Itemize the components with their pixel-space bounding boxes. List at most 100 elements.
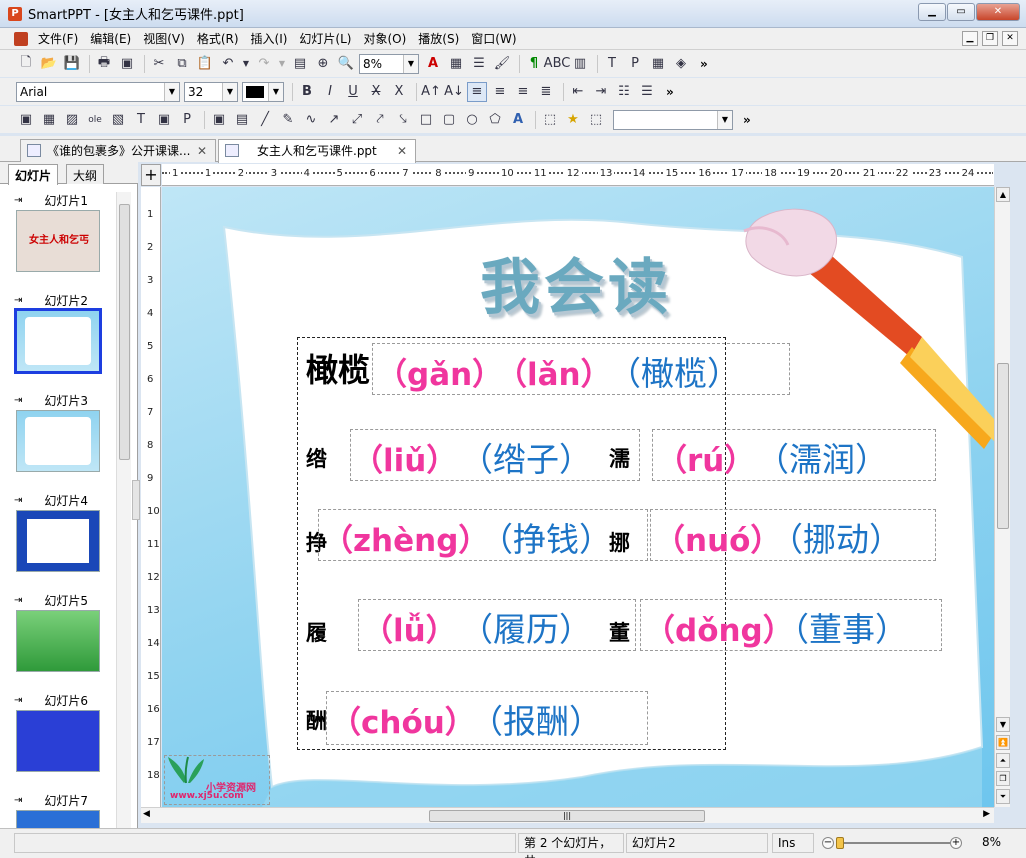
shapes-icon[interactable]: ⬠ <box>485 110 505 130</box>
slide-entry-1[interactable]: ⇥ 幻灯片1 女主人和乞丐 <box>0 192 115 292</box>
scrollbar-thumb[interactable]: ||| <box>429 810 705 822</box>
chart-icon[interactable]: ▥ <box>570 54 590 74</box>
menu-slide[interactable]: 幻灯片(L) <box>293 28 357 50</box>
align-right-icon[interactable]: ≡ <box>513 82 533 102</box>
slide-thumbnail-selected[interactable] <box>14 308 102 374</box>
tab-slides[interactable]: 幻灯片 <box>8 164 59 185</box>
chevron-down-icon[interactable]: ▼ <box>403 54 418 73</box>
slide-thumbnail[interactable]: 女主人和乞丐 <box>16 210 100 272</box>
maximize-button[interactable]: ▭ <box>947 3 975 21</box>
frame-icon[interactable]: ▣ <box>154 110 174 130</box>
group-icon[interactable]: ▣ <box>209 110 229 130</box>
clear-format-icon[interactable]: X <box>389 82 409 102</box>
chevron-down-icon[interactable]: ▼ <box>222 82 237 101</box>
copy-icon[interactable]: ⧉ <box>172 54 192 74</box>
minimize-button[interactable]: ▁ <box>918 3 946 21</box>
clip-icon[interactable]: ▧ <box>108 110 128 130</box>
tab-outline[interactable]: 大纲 <box>66 164 105 184</box>
shrink-font-icon[interactable]: A↓ <box>444 82 464 102</box>
cut-icon[interactable]: ✂ <box>149 54 169 74</box>
mdi-minimize-button[interactable]: ▁ <box>962 31 978 46</box>
smartppt-icon[interactable]: P <box>8 6 22 21</box>
canvas-vertical-scrollbar[interactable]: ▲ ▼ ⏫ ⏶ ❐ ⏷ <box>994 187 1010 807</box>
text-frame-icon[interactable]: T <box>131 110 151 130</box>
redo-icon[interactable]: ↷ <box>254 54 274 74</box>
slide-thumbnail[interactable] <box>16 510 100 572</box>
menu-window[interactable]: 窗口(W) <box>465 28 522 50</box>
more-tools-icon[interactable]: » <box>743 113 751 127</box>
zoom-combo[interactable]: 8% ▼ <box>359 53 419 74</box>
paragraph-mark-icon[interactable]: ¶ <box>524 54 544 74</box>
ungroup-icon[interactable]: ▤ <box>232 110 252 130</box>
wordart-icon[interactable]: A <box>508 110 528 130</box>
scroll-right-button[interactable]: ▶ <box>983 809 990 819</box>
close-tab-icon[interactable]: ✕ <box>197 140 207 162</box>
slide-entry-6[interactable]: ⇥ 幻灯片6 <box>0 692 115 792</box>
zoom-icon[interactable]: 🔍 <box>336 54 356 74</box>
zoom-page-icon[interactable]: ⊕ <box>313 54 333 74</box>
menu-object[interactable]: 对象(O) <box>357 28 412 50</box>
crop-icon[interactable]: ⬚ <box>540 110 560 130</box>
picture-icon[interactable]: P <box>177 110 197 130</box>
chevron-down-icon[interactable]: ▼ <box>268 82 283 101</box>
slide-list-button[interactable]: ❐ <box>996 771 1010 786</box>
font-color-combo[interactable]: ▼ <box>242 81 284 102</box>
slides-scrollbar[interactable] <box>116 192 131 828</box>
redo-dropdown-icon[interactable]: ▼ <box>277 54 287 74</box>
align-center-icon[interactable]: ≡ <box>490 82 510 102</box>
mdi-close-button[interactable]: ✕ <box>1002 31 1018 46</box>
zoom-track[interactable] <box>838 842 950 844</box>
new-file-icon[interactable]: 🗋 <box>16 54 36 74</box>
paste-icon[interactable]: 📋 <box>195 54 215 74</box>
print-icon[interactable]: 🖶 <box>94 54 114 74</box>
zoom-in-button[interactable]: + <box>950 837 962 849</box>
rounded-rectangle-icon[interactable]: ▢ <box>439 110 459 130</box>
text-box-icon[interactable]: T <box>602 54 622 74</box>
format-painter-icon[interactable]: 🖌 <box>492 54 512 74</box>
curve-icon[interactable]: ∿ <box>301 110 321 130</box>
ruler-corner[interactable]: + <box>141 164 161 186</box>
select-icon[interactable]: ⬚ <box>586 110 606 130</box>
pdf-export-icon[interactable]: ▣ <box>117 54 137 74</box>
decrease-indent-icon[interactable]: ⇤ <box>568 82 588 102</box>
arrow-icon[interactable]: ↗ <box>324 110 344 130</box>
menu-insert[interactable]: 插入(I) <box>245 28 294 50</box>
first-slide-button[interactable]: ⏫ <box>996 735 1010 750</box>
doc-tab-2[interactable]: 女主人和乞丐课件.ppt ✕ <box>218 139 416 163</box>
numbered-list-icon[interactable]: ☰ <box>637 82 657 102</box>
slide-thumbnail[interactable] <box>16 610 100 672</box>
curved-connector-icon[interactable]: ⤥ <box>393 110 413 130</box>
more-tools-icon[interactable]: » <box>666 85 674 99</box>
ole-object-icon[interactable]: ole <box>85 110 105 130</box>
close-button[interactable]: ✕ <box>976 3 1020 21</box>
doc-tab-1[interactable]: 《谁的包裹多》公开课课... ✕ <box>20 139 216 162</box>
mdi-restore-button[interactable]: ❐ <box>982 31 998 46</box>
font-name-combo[interactable]: Arial ▼ <box>16 81 180 102</box>
menu-view[interactable]: 视图(V) <box>137 28 191 50</box>
rectangle-icon[interactable]: □ <box>416 110 436 130</box>
increase-indent-icon[interactable]: ⇥ <box>591 82 611 102</box>
chevron-down-icon[interactable]: ▼ <box>717 110 732 129</box>
scroll-down-button[interactable]: ▼ <box>996 717 1010 732</box>
slide-thumbnail[interactable] <box>16 710 100 772</box>
pencil-icon[interactable]: ✎ <box>278 110 298 130</box>
panel-collapse-handle[interactable] <box>132 480 140 520</box>
table-icon[interactable]: ▦ <box>648 54 668 74</box>
style-combo[interactable]: ▼ <box>613 109 733 130</box>
justify-icon[interactable]: ≣ <box>536 82 556 102</box>
document-menu-icon[interactable] <box>14 31 28 46</box>
menu-play[interactable]: 播放(S) <box>412 28 465 50</box>
elbow-connector-icon[interactable]: ⤤ <box>370 110 390 130</box>
text-a-icon[interactable]: A <box>423 54 443 74</box>
table-insert-icon[interactable]: ▦ <box>39 110 59 130</box>
undo-dropdown-icon[interactable]: ▼ <box>241 54 251 74</box>
vertical-ruler[interactable]: 1 2 3 4 5 6 7 8 9 10 11 12 13 14 15 16 17 18 <box>141 187 161 807</box>
slide-title[interactable]: 我会读 <box>480 239 672 326</box>
undo-icon[interactable]: ↶ <box>218 54 238 74</box>
underline-icon[interactable]: U <box>343 82 363 102</box>
font-size-combo[interactable]: 32 ▼ <box>184 81 238 102</box>
chevron-down-icon[interactable]: ▼ <box>164 82 179 101</box>
page-size-icon[interactable]: ▤ <box>290 54 310 74</box>
zoom-slider[interactable]: − + <box>822 837 962 849</box>
slide-layout-icon[interactable]: ▣ <box>16 110 36 130</box>
